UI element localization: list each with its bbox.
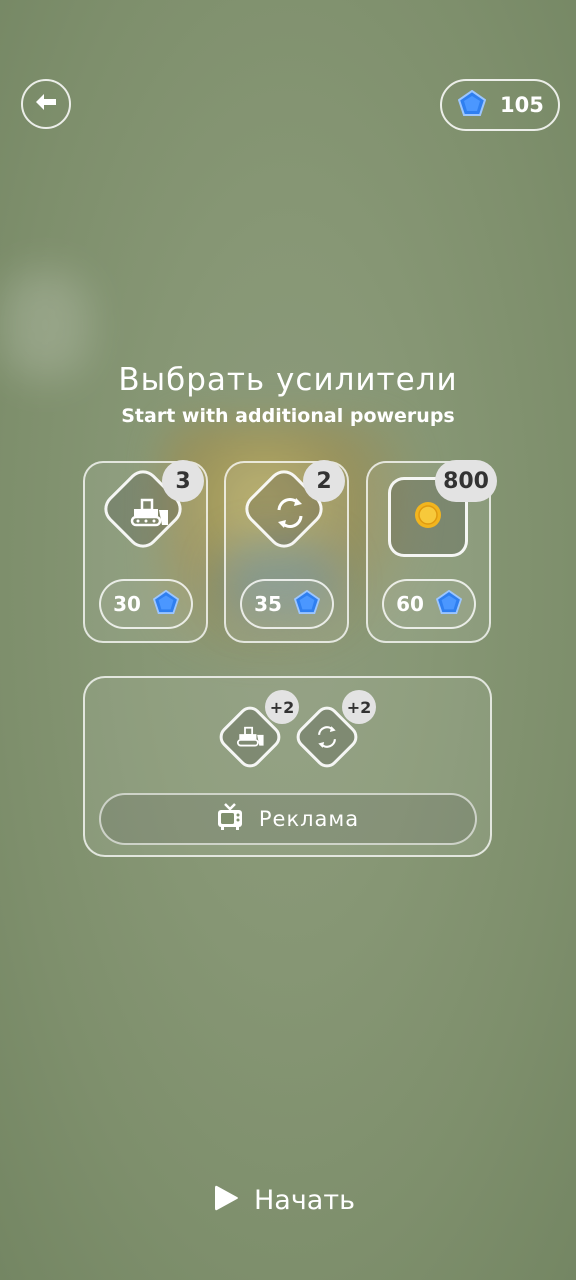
page-subtitle: Start with additional powerups <box>121 405 455 427</box>
bonus-item-shuffle: +2 <box>291 690 376 773</box>
arrow-left-icon <box>35 93 57 115</box>
buy-button[interactable]: 35 <box>240 579 334 629</box>
gem-icon <box>293 589 321 618</box>
powerup-count-badge: 2 <box>303 460 345 502</box>
price-value: 30 <box>113 592 141 616</box>
bonus-item-bulldozer: +2 <box>214 690 299 773</box>
powerup-count-badge: 3 <box>162 460 204 502</box>
gem-counter[interactable]: 105 <box>440 79 560 131</box>
start-button[interactable]: Начать <box>214 1178 355 1222</box>
start-button-label: Начать <box>254 1184 355 1216</box>
powerup-card-bulldozer[interactable]: 3 30 <box>83 460 208 643</box>
powerup-card-coins[interactable]: 800 60 <box>366 460 497 643</box>
gem-icon <box>152 589 180 618</box>
powerup-count-badge: 800 <box>435 460 497 502</box>
watch-ad-button[interactable]: Реклама <box>99 793 477 845</box>
price-value: 60 <box>396 592 424 616</box>
buy-button[interactable]: 30 <box>99 579 193 629</box>
bonus-plus-badge: +2 <box>342 690 376 724</box>
ad-button-label: Реклама <box>258 807 360 831</box>
page-title: Выбрать усилители <box>118 362 458 398</box>
buy-button[interactable]: 60 <box>382 579 476 629</box>
gem-count: 105 <box>500 93 544 117</box>
tv-icon <box>217 803 243 835</box>
coin-icon <box>414 501 442 533</box>
gem-icon <box>457 89 487 120</box>
bonus-panel: +2 +2 Реклама <box>83 676 492 857</box>
price-value: 35 <box>254 592 282 616</box>
play-icon <box>214 1184 240 1216</box>
back-button[interactable] <box>21 79 71 129</box>
powerup-card-shuffle[interactable]: 2 35 <box>224 460 349 643</box>
gem-icon <box>435 589 463 618</box>
